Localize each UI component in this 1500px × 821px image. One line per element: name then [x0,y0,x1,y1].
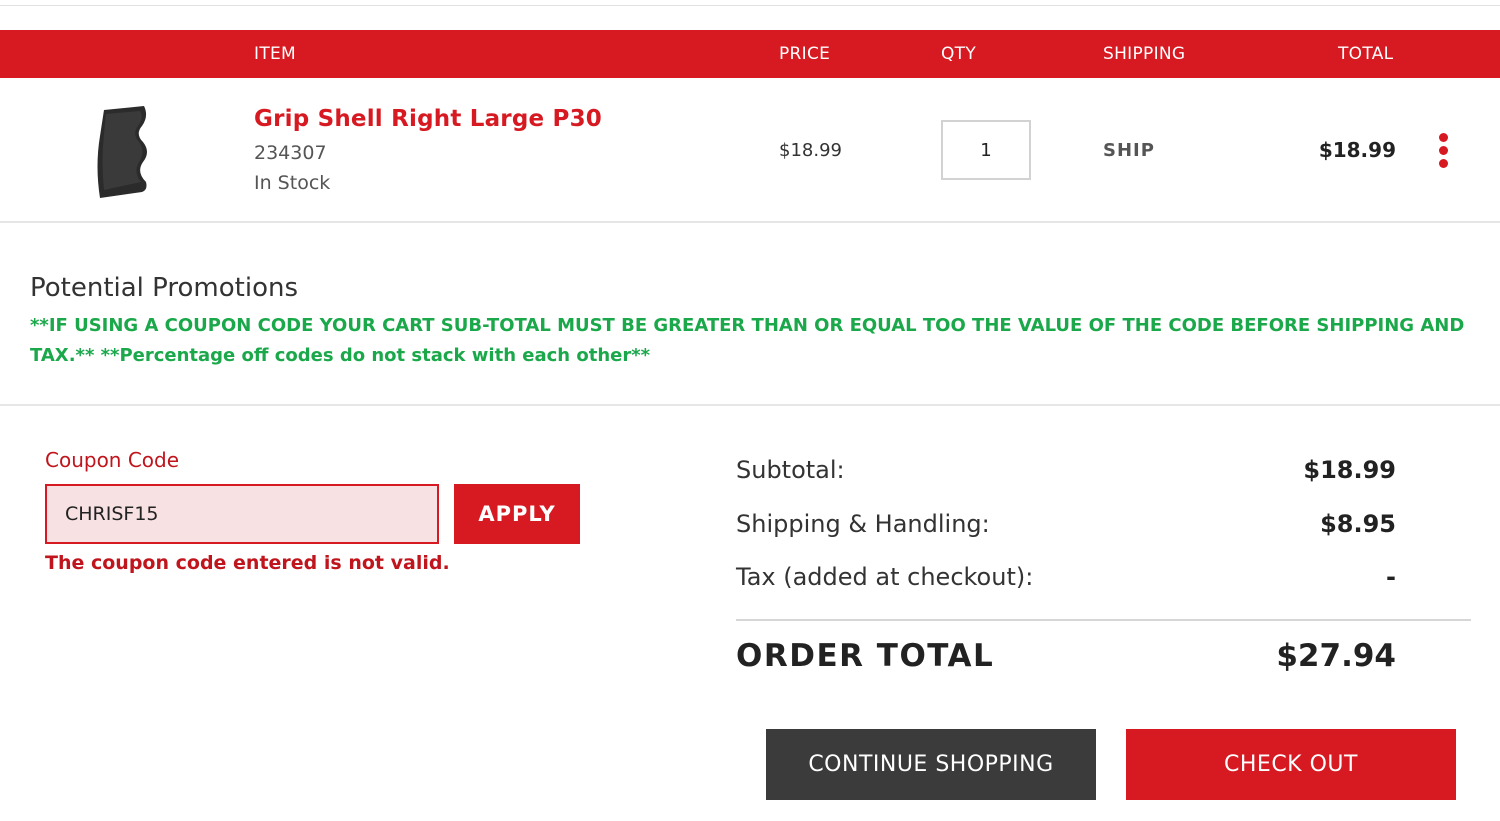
column-header-qty: QTY [941,44,977,64]
apply-coupon-button[interactable]: APPLY [454,484,580,544]
stock-status: In Stock [254,172,331,194]
kebab-menu-icon[interactable] [1433,133,1453,173]
shipping-handling-label: Shipping & Handling: [736,510,990,538]
top-divider [0,5,1500,6]
column-header-total: TOTAL [1338,44,1394,64]
shipping-method: SHIP [1103,140,1155,161]
order-total-value: $27.94 [1276,638,1396,674]
product-name-link[interactable]: Grip Shell Right Large P30 [254,106,602,132]
grip-shell-image[interactable] [92,106,152,198]
tax-label: Tax (added at checkout): [736,563,1034,591]
quantity-input[interactable] [941,120,1031,180]
column-header-shipping: SHIPPING [1103,44,1186,64]
summary-divider [736,619,1471,621]
promotions-note: **IF USING A COUPON CODE YOUR CART SUB-T… [30,315,1465,366]
subtotal-value: $18.99 [1303,456,1396,484]
potential-promotions-section: Potential Promotions **IF USING A COUPON… [0,223,1500,406]
promotions-title: Potential Promotions [30,273,298,303]
column-header-item: ITEM [254,44,297,64]
tax-value: - [1386,563,1396,591]
item-total: $18.99 [1318,138,1396,162]
shipping-handling-value: $8.95 [1320,510,1396,538]
subtotal-label: Subtotal: [736,456,845,484]
product-sku: 234307 [254,142,327,164]
continue-shopping-button[interactable]: CONTINUE SHOPPING [766,729,1096,800]
coupon-code-input[interactable] [45,484,439,544]
order-total-label: ORDER TOTAL [736,638,995,674]
coupon-error-message: The coupon code entered is not valid. [45,552,450,574]
coupon-code-label: Coupon Code [45,448,180,472]
cart-table-header: ITEM PRICE QTY SHIPPING TOTAL [0,30,1500,78]
item-price: $18.99 [779,140,842,161]
cart-item-row: Grip Shell Right Large P30 234307 In Sto… [0,78,1500,223]
check-out-button[interactable]: CHECK OUT [1126,729,1456,800]
column-header-price: PRICE [779,44,831,64]
